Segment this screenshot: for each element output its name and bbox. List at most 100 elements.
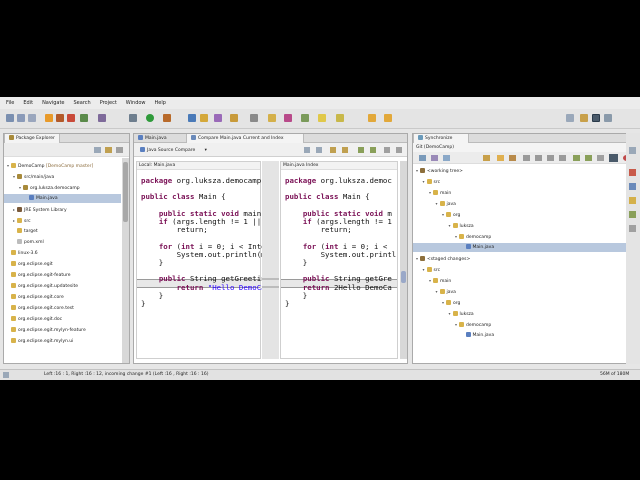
prev-annotation-icon[interactable] <box>318 114 326 122</box>
tree-item[interactable]: org.eclipse.egit.mylyn-feature <box>4 326 121 335</box>
package-explorer-tab[interactable]: Package Explorer <box>4 134 60 143</box>
package-explorer-scrollbar[interactable] <box>122 158 129 363</box>
tree-item[interactable]: ▾ org <box>413 210 636 219</box>
next-change-icon[interactable] <box>358 147 364 153</box>
last-edit-icon[interactable] <box>336 114 344 122</box>
tree-item[interactable]: target <box>4 227 121 236</box>
compare-viewer-select[interactable]: Java Source Compare ▾ <box>140 147 207 154</box>
next-diff-icon[interactable] <box>330 147 336 153</box>
tree-item[interactable]: org.eclipse.egit.mylyn.ui <box>4 337 121 346</box>
open-perspective-icon[interactable] <box>566 114 574 122</box>
tab-compare[interactable]: Compare Main.java Current and Index <box>186 134 304 143</box>
java-perspective-icon[interactable] <box>580 114 588 122</box>
expand-toggle-icon[interactable]: ▾ <box>449 309 453 318</box>
tree-item[interactable]: pom.xml <box>4 238 121 247</box>
sync-collapse-icon[interactable] <box>597 155 604 161</box>
tree-item[interactable]: Main.java <box>4 194 121 203</box>
expand-toggle-icon[interactable]: ▾ <box>436 287 440 296</box>
forward-icon[interactable] <box>384 114 392 122</box>
expand-toggle-icon[interactable]: ▾ <box>423 177 427 186</box>
tree-item[interactable]: Main.java <box>413 331 636 340</box>
trim-console-icon[interactable] <box>629 183 636 190</box>
sync-mode-incoming-icon[interactable] <box>523 155 530 161</box>
tree-item[interactable]: org.eclipse.egit-feature <box>4 271 121 280</box>
tree-item[interactable]: ▾ src <box>413 265 636 274</box>
tree-item[interactable]: ▾ DemoCamp [DemoCamp master] <box>4 161 121 170</box>
annotation-icon[interactable] <box>268 114 276 122</box>
expand-toggle-icon[interactable]: ▾ <box>436 199 440 208</box>
save-icon[interactable] <box>17 114 25 122</box>
menu-project[interactable]: Project <box>100 100 117 106</box>
tree-item[interactable]: ▾ democamp <box>413 320 636 329</box>
sync-mode-both-icon[interactable] <box>547 155 554 161</box>
tree-item[interactable]: org.eclipse.egit.doc <box>4 315 121 324</box>
view-menu-icon[interactable] <box>116 147 123 153</box>
editor-scrollbar[interactable] <box>400 161 407 359</box>
debug-icon[interactable] <box>129 114 137 122</box>
collapse-all-icon[interactable] <box>94 147 101 153</box>
copy-right-icon[interactable] <box>316 147 322 153</box>
right-compare-pane[interactable]: Main.java Index package org.luksza.democ… <box>280 161 398 359</box>
package-explorer-scroll-thumb[interactable] <box>123 162 128 222</box>
ignore-whitespace-icon[interactable] <box>384 147 390 153</box>
prev-diff-icon[interactable] <box>342 147 348 153</box>
tree-item[interactable]: org.eclipse.egit.updatesite <box>4 282 121 291</box>
menu-search[interactable]: Search <box>74 100 91 106</box>
trim-tasks-icon[interactable] <box>629 197 636 204</box>
sync-fetch-icon[interactable] <box>497 155 504 161</box>
sync-pin-icon[interactable] <box>431 155 438 161</box>
tree-item[interactable]: ▾ org.luksza.democamp <box>4 183 121 192</box>
tree-item[interactable]: ▸ src <box>4 216 121 225</box>
tree-item[interactable]: ▾ luksza <box>413 309 636 318</box>
tree-item[interactable]: Main.java <box>413 243 636 252</box>
trim-problems-icon[interactable] <box>629 169 636 176</box>
mark-occurrences-icon[interactable] <box>250 114 258 122</box>
menu-window[interactable]: Window <box>126 100 146 106</box>
copy-left-icon[interactable] <box>304 147 310 153</box>
tree-item[interactable]: org.eclipse.egit.core <box>4 293 121 302</box>
fetch-icon[interactable] <box>67 114 75 122</box>
tree-item[interactable]: linux-3.6 <box>4 249 121 258</box>
sync-mode-outgoing-icon[interactable] <box>535 155 542 161</box>
build-icon[interactable] <box>98 114 106 122</box>
sync-push-icon[interactable] <box>509 155 516 161</box>
tree-item[interactable]: ▾ <staged changes> <box>413 254 636 263</box>
external-tools-icon[interactable] <box>163 114 171 122</box>
back-icon[interactable] <box>368 114 376 122</box>
tree-item[interactable]: ▾ <working tree> <box>413 166 636 175</box>
open-type-icon[interactable] <box>200 114 208 122</box>
sync-expand-icon[interactable] <box>443 155 450 161</box>
tree-item[interactable]: ▾ main <box>413 276 636 285</box>
tree-item[interactable]: ▾ democamp <box>413 232 636 241</box>
menu-navigate[interactable]: Navigate <box>42 100 64 106</box>
menu-file[interactable]: File <box>6 100 14 106</box>
search-icon[interactable] <box>214 114 222 122</box>
tree-item[interactable]: ▾ luksza <box>413 221 636 230</box>
fast-view-icon[interactable] <box>3 372 9 378</box>
menu-help[interactable]: Help <box>155 100 166 106</box>
tab-main-java[interactable]: Main.java <box>134 134 186 143</box>
expand-toggle-icon[interactable]: ▾ <box>449 221 453 230</box>
expand-toggle-icon[interactable]: ▾ <box>423 265 427 274</box>
sync-commit-icon[interactable] <box>483 155 490 161</box>
trim-outline-icon[interactable] <box>629 147 636 154</box>
history-icon[interactable] <box>56 114 64 122</box>
left-compare-pane[interactable]: Local: Main.java package org.luksza.demo… <box>136 161 266 359</box>
sync-refresh-icon[interactable] <box>419 155 426 161</box>
editor-overview-marker[interactable] <box>401 271 406 283</box>
trim-search-icon[interactable] <box>629 225 636 232</box>
print-icon[interactable] <box>28 114 36 122</box>
next-annotation-icon[interactable] <box>301 114 309 122</box>
sync-layout-icon[interactable] <box>609 154 618 162</box>
debug-perspective-icon[interactable] <box>604 114 612 122</box>
sync-prev-icon[interactable] <box>585 155 592 161</box>
link-editor-icon[interactable] <box>105 147 112 153</box>
tree-item[interactable]: ▾ src/main/java <box>4 172 121 181</box>
prev-change-icon[interactable] <box>370 147 376 153</box>
trim-history-icon[interactable] <box>629 211 636 218</box>
tree-item[interactable]: ▾ java <box>413 199 636 208</box>
menu-edit[interactable]: Edit <box>23 100 33 106</box>
new-class-icon[interactable] <box>188 114 196 122</box>
run-icon[interactable] <box>146 114 154 122</box>
task-icon[interactable] <box>230 114 238 122</box>
